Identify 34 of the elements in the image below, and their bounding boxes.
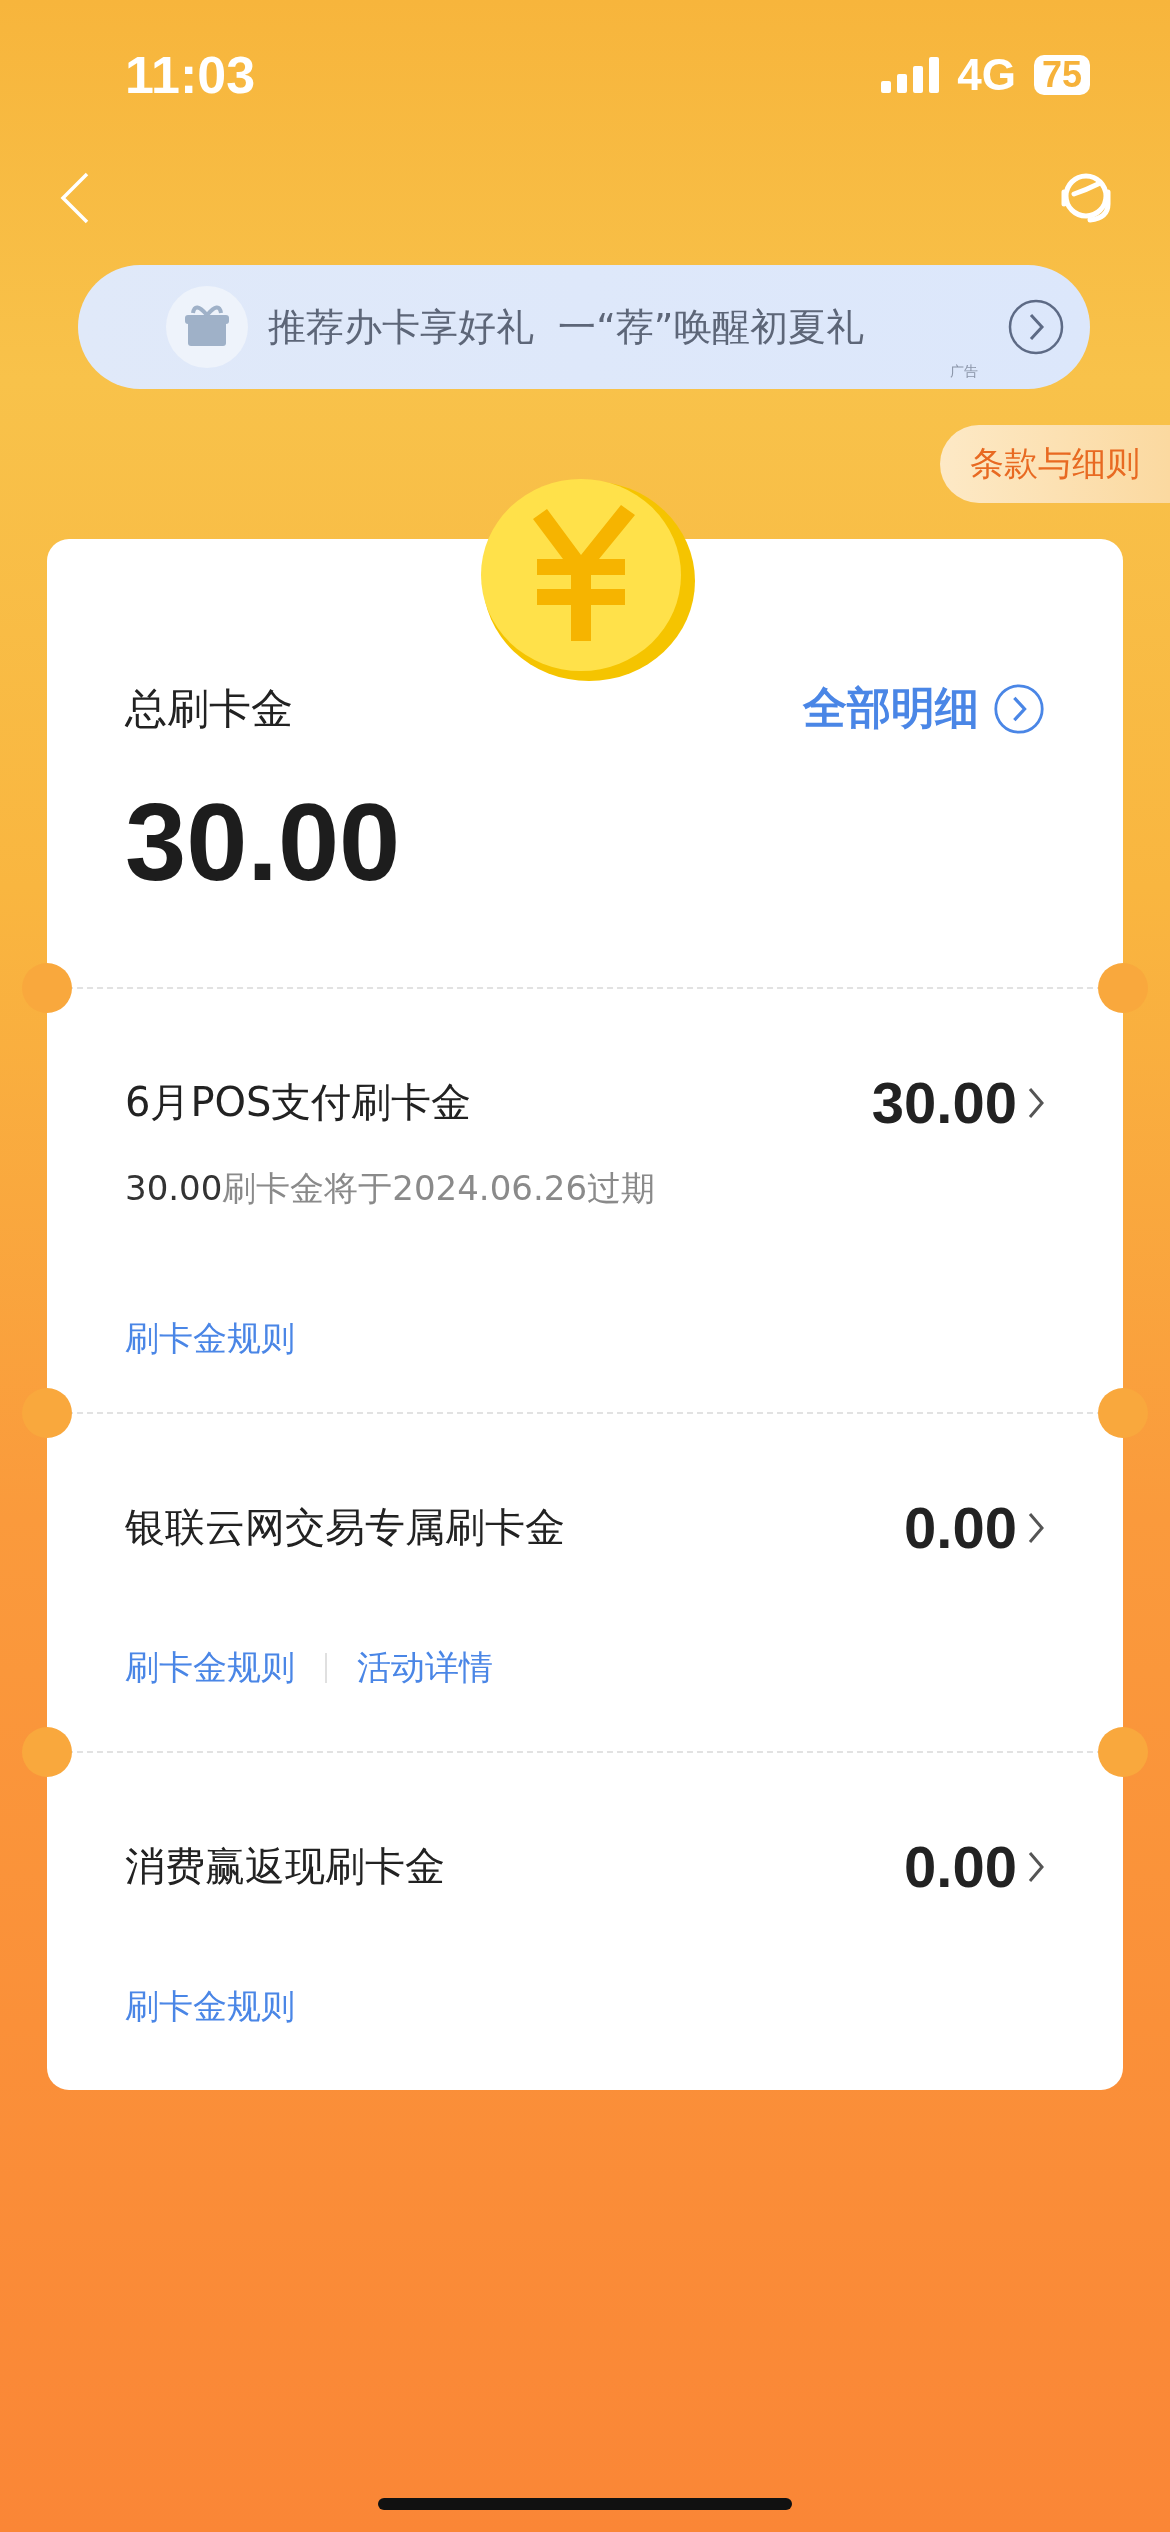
promo-banner[interactable]: 推荐办卡享好礼 一“荐”唤醒初夏礼 广告 bbox=[78, 265, 1090, 389]
all-details-link[interactable]: 全部明细 bbox=[803, 679, 979, 738]
item-amount[interactable]: 0.00 bbox=[904, 1833, 1017, 1900]
expiry-note: 30.00刷卡金将于2024.06.26过期 bbox=[125, 1167, 656, 1210]
card-notch bbox=[22, 963, 72, 1013]
link[interactable]: 刷卡金规则 bbox=[125, 1316, 295, 1362]
network-label: 4G bbox=[957, 50, 1016, 100]
chevron-right-icon[interactable] bbox=[1027, 1849, 1045, 1884]
card-notch bbox=[1098, 1727, 1148, 1777]
battery-level: 75 bbox=[1033, 55, 1090, 95]
chevron-right-icon[interactable] bbox=[1027, 1510, 1045, 1545]
link[interactable]: 刷卡金规则 bbox=[125, 1984, 295, 2030]
chevron-right-icon[interactable] bbox=[1008, 299, 1064, 355]
chevron-right-icon[interactable] bbox=[993, 682, 1045, 735]
status-time: 11:03 bbox=[125, 45, 256, 105]
link[interactable]: 活动详情 bbox=[357, 1645, 493, 1691]
item-title: 6月POS支付刷卡金 bbox=[125, 1078, 473, 1127]
item-amount[interactable]: 30.00 bbox=[871, 1069, 1017, 1136]
total-amount: 30.00 bbox=[125, 779, 402, 905]
item-title: 银联云网交易专属刷卡金 bbox=[125, 1503, 566, 1552]
ad-label: 广告 bbox=[950, 363, 978, 381]
card-notch bbox=[1098, 963, 1148, 1013]
gift-icon bbox=[166, 286, 248, 368]
total-label: 总刷卡金 bbox=[125, 682, 294, 735]
card-notch bbox=[22, 1388, 72, 1438]
item-amount[interactable]: 0.00 bbox=[904, 1494, 1017, 1561]
card-notch bbox=[1098, 1388, 1148, 1438]
signal-icon bbox=[881, 57, 940, 93]
card-notch bbox=[22, 1727, 72, 1777]
item-title: 消费赢返现刷卡金 bbox=[125, 1842, 446, 1891]
chevron-right-icon[interactable] bbox=[1027, 1085, 1045, 1120]
terms-button[interactable]: 条款与细则 bbox=[940, 425, 1170, 503]
link[interactable]: 刷卡金规则 bbox=[125, 1645, 295, 1691]
banner-text: 推荐办卡享好礼 一“荐”唤醒初夏礼 bbox=[268, 303, 865, 351]
